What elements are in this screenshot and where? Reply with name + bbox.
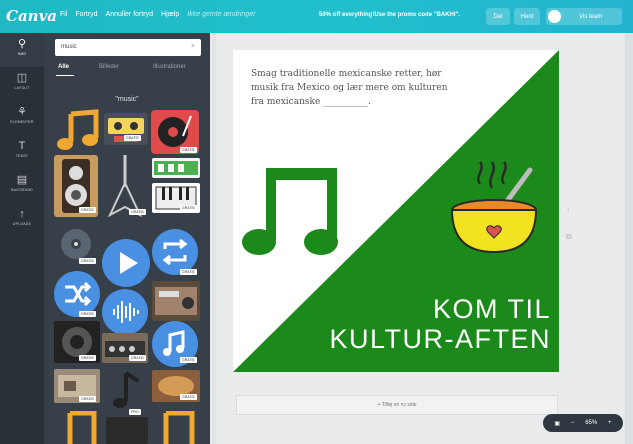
- page-tools: ↑ ⧉: [566, 205, 572, 242]
- tab-all[interactable]: Alle: [58, 64, 69, 70]
- search-input-value: music: [61, 44, 77, 50]
- free-badge: GRATIS: [129, 209, 146, 215]
- music-note-result[interactable]: [54, 108, 100, 154]
- pro-badge: PRO: [129, 409, 141, 415]
- layout-icon: ◫: [16, 72, 28, 84]
- tab-illustrations[interactable]: Illustrationer: [153, 64, 186, 70]
- search-icon: ⚲: [17, 38, 27, 50]
- team-label: Vis team: [579, 13, 603, 20]
- dark-photo-result[interactable]: [106, 417, 148, 444]
- free-badge: GRATIS: [79, 258, 96, 264]
- nav-uploads[interactable]: ↑ UPLOADS: [0, 203, 44, 237]
- nav-label: TEKST: [15, 154, 29, 158]
- body-text[interactable]: Smag traditionelle mexicanske retter, hø…: [251, 67, 456, 109]
- tab-images[interactable]: Billeder: [99, 64, 119, 70]
- soundwave-result[interactable]: [102, 289, 148, 335]
- nav-label: UPLOADS: [12, 222, 32, 226]
- free-badge: GRATIS: [180, 205, 197, 211]
- nav-label: BAGGRUND: [11, 188, 33, 192]
- canva-logo[interactable]: Canva: [6, 7, 57, 25]
- menu-file[interactable]: Fil: [60, 11, 67, 18]
- music-note-icon[interactable]: [241, 162, 351, 262]
- top-toolbar: Canva Fil Fortryd Annuller fortryd Hjælp…: [0, 0, 633, 33]
- search-panel: music × Alle Billeder Illustrationer "mu…: [44, 33, 210, 444]
- headline-line-2: KULTUR-AFTEN: [329, 324, 551, 354]
- add-page-button[interactable]: + Tilføj en ny side: [236, 395, 558, 415]
- play-icon: [120, 252, 138, 274]
- free-badge: GRATIS: [180, 357, 197, 363]
- canvas-scrollbar[interactable]: [625, 33, 633, 444]
- note-result[interactable]: [102, 367, 148, 415]
- team-avatar: [548, 10, 561, 23]
- background-icon: ▤: [16, 174, 28, 186]
- nav-layout[interactable]: ◫ LAYOUT: [0, 67, 44, 101]
- zoom-level[interactable]: 65%: [585, 420, 597, 426]
- search-query-label: "music": [115, 96, 139, 103]
- presentation-icon[interactable]: ▣: [554, 420, 560, 427]
- menu-redo[interactable]: Annuller fortryd: [106, 11, 153, 18]
- move-up-icon[interactable]: ↑: [566, 205, 572, 214]
- menu-help[interactable]: Hjælp: [161, 11, 179, 18]
- zoom-in-button[interactable]: +: [608, 420, 612, 426]
- nav-search[interactable]: ⚲ SØG: [0, 33, 44, 67]
- nav-label: ELEMENTER: [10, 120, 34, 124]
- play-button-result[interactable]: [102, 239, 150, 287]
- share-button[interactable]: Del: [486, 8, 510, 25]
- menu-undo[interactable]: Fortryd: [75, 11, 97, 18]
- free-badge: GRATIS: [180, 394, 197, 400]
- active-tab-indicator: [56, 75, 74, 76]
- soup-bowl-icon[interactable]: [438, 148, 548, 268]
- soundwave-icon: [113, 301, 139, 323]
- nav-text[interactable]: T TEKST: [0, 135, 44, 169]
- upload-icon: ↑: [19, 208, 25, 220]
- note-result-3[interactable]: [156, 410, 198, 444]
- radio-photo-result[interactable]: [152, 281, 200, 321]
- note-result-2[interactable]: [58, 410, 98, 444]
- free-badge: GRATIS: [79, 311, 96, 317]
- nav-label: LAYOUT: [14, 86, 30, 90]
- nav-label: SØG: [17, 52, 27, 56]
- free-badge: GRATIS: [129, 355, 146, 361]
- text-icon: T: [18, 140, 26, 152]
- download-button[interactable]: Hent: [514, 8, 540, 25]
- headline-text[interactable]: KOM TIL KULTUR-AFTEN: [329, 294, 551, 354]
- nav-elements[interactable]: ⚘ ELEMENTER: [0, 101, 44, 135]
- zoom-control: ▣ − 65% +: [543, 414, 623, 432]
- file-menu: Fil Fortryd Annuller fortryd Hjælp Ikke …: [60, 11, 255, 18]
- free-badge: GRATIS: [79, 355, 96, 361]
- headline-line-1: KOM TIL: [432, 294, 551, 324]
- nav-background[interactable]: ▤ BAGGRUND: [0, 169, 44, 203]
- promo-banner[interactable]: 50% off everything!Use the promo code "B…: [319, 12, 460, 18]
- search-input[interactable]: music ×: [55, 39, 201, 56]
- free-badge: GRATIS: [79, 207, 96, 213]
- duplicate-page-icon[interactable]: ⧉: [566, 232, 572, 242]
- free-badge: GRATIS: [124, 135, 141, 141]
- free-badge: GRATIS: [180, 147, 197, 153]
- zoom-out-button[interactable]: −: [571, 420, 575, 426]
- design-page[interactable]: Smag traditionelle mexicanske retter, hø…: [233, 50, 559, 372]
- clear-search-icon[interactable]: ×: [191, 43, 195, 50]
- synth-result[interactable]: [152, 158, 200, 178]
- team-button[interactable]: Vis team: [546, 8, 622, 25]
- elements-icon: ⚘: [17, 106, 27, 118]
- free-badge: GRATIS: [79, 396, 96, 402]
- left-sidebar: ⚲ SØG ◫ LAYOUT ⚘ ELEMENTER T TEKST ▤ BAG…: [0, 33, 44, 444]
- save-status: Ikke gemte ændringer: [187, 11, 256, 18]
- free-badge: GRATIS: [180, 269, 197, 275]
